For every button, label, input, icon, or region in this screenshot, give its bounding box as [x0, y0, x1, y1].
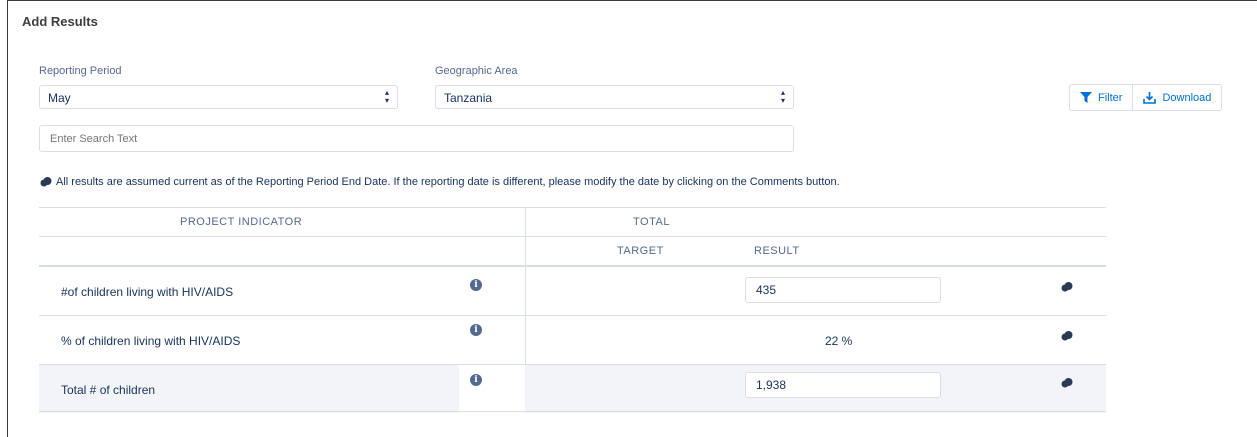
info-icon[interactable]: i	[470, 279, 482, 291]
select-arrows-icon: ▴ ▾	[384, 88, 389, 105]
indicator-name: % of children living with HIV/AIDS	[61, 334, 241, 348]
header-total: TOTAL	[633, 216, 670, 228]
indicator-name: Total # of children	[61, 383, 156, 397]
download-icon	[1143, 91, 1157, 104]
select-arrows-icon: ▴ ▾	[780, 88, 785, 105]
header-result: RESULT	[754, 245, 800, 257]
table-row: Total # of children i	[39, 365, 1106, 413]
geographic-area-value: Tanzania	[444, 91, 493, 105]
table-row: % of children living with HIV/AIDS i 22 …	[39, 316, 1106, 364]
result-input[interactable]	[745, 277, 941, 303]
comment-icon[interactable]	[1061, 378, 1073, 388]
toolbar-button-group: Filter Download	[1069, 84, 1223, 111]
info-icon[interactable]: i	[470, 374, 482, 386]
reporting-period-select[interactable]: May ▴ ▾	[39, 85, 398, 109]
indicator-name: #of children living with HIV/AIDS	[61, 285, 234, 299]
search-input[interactable]	[39, 125, 794, 152]
comment-icon[interactable]	[1061, 282, 1073, 292]
results-table: PROJECT INDICATOR TOTAL TARGET RESULT #o…	[39, 207, 1106, 413]
table-row: #of children living with HIV/AIDS i	[39, 267, 1106, 315]
header-target: TARGET	[617, 245, 664, 257]
table-divider	[39, 236, 1106, 237]
reporting-period-label: Reporting Period	[39, 65, 122, 77]
geographic-area-select[interactable]: Tanzania ▴ ▾	[435, 85, 794, 109]
table-divider	[39, 411, 1106, 412]
results-panel: Add Results Reporting Period May ▴ ▾ Geog…	[7, 0, 1257, 437]
download-button[interactable]: Download	[1132, 85, 1222, 110]
page-title: Add Results	[22, 14, 98, 29]
result-input[interactable]	[745, 372, 941, 398]
comment-icon[interactable]	[1061, 331, 1073, 341]
info-cell	[459, 365, 525, 413]
download-button-label: Download	[1162, 91, 1212, 104]
filter-button[interactable]: Filter	[1070, 85, 1133, 110]
reporting-notice: All results are assumed current as of th…	[40, 176, 840, 188]
reporting-notice-text: All results are assumed current as of th…	[56, 176, 840, 188]
filter-button-label: Filter	[1098, 91, 1123, 104]
result-value: 22 %	[825, 334, 853, 348]
table-divider	[39, 207, 1106, 208]
filter-icon	[1080, 92, 1092, 103]
header-project-indicator: PROJECT INDICATOR	[180, 216, 303, 228]
comment-icon	[40, 177, 52, 187]
info-icon[interactable]: i	[470, 324, 482, 336]
geographic-area-label: Geographic Area	[435, 65, 518, 77]
reporting-period-value: May	[48, 91, 71, 105]
